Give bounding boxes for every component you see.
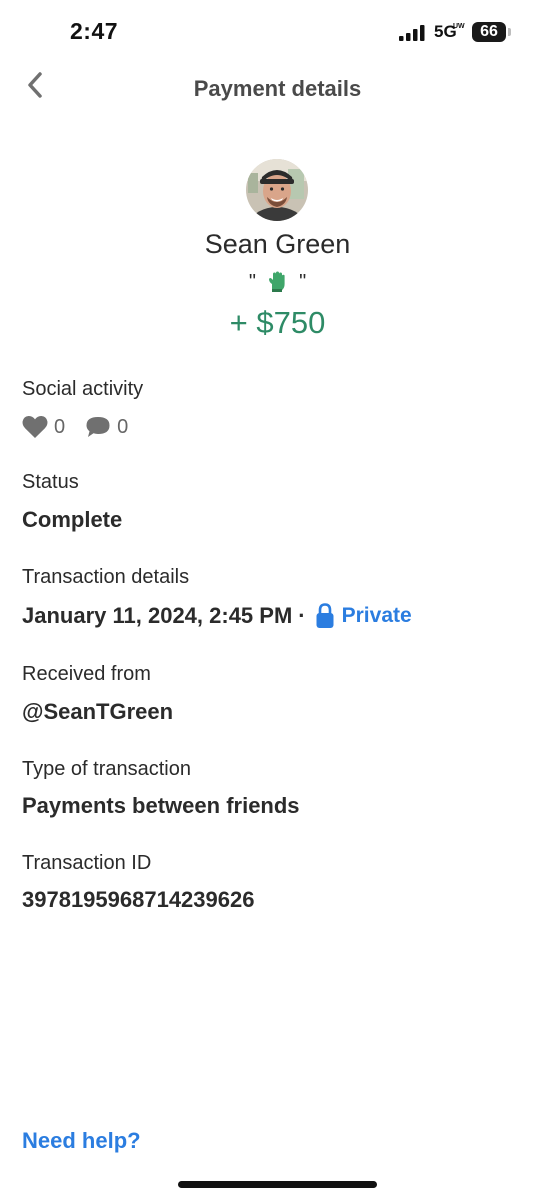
payment-amount: + $750 — [229, 305, 326, 340]
gloves-icon — [268, 271, 285, 292]
status-time: 2:47 — [70, 18, 119, 44]
transaction-type-label: Type of transaction — [22, 758, 191, 780]
privacy-setting[interactable]: Private — [342, 604, 412, 628]
separator-dot: · — [298, 603, 306, 628]
status-bar: 2:47 5G UW 66 — [0, 0, 555, 66]
transaction-id-value: 3978195968714239626 — [22, 887, 255, 912]
home-indicator[interactable] — [178, 1181, 377, 1188]
need-help-link[interactable]: Need help? — [22, 1128, 141, 1154]
transaction-id-label: Transaction ID — [22, 852, 152, 874]
comments-count: 0 — [117, 415, 129, 438]
received-from-value[interactable]: @SeanTGreen — [22, 699, 173, 725]
transaction-datetime: January 11, 2024, 2:45 PM — [22, 603, 293, 628]
user-name: Sean Green — [204, 229, 351, 259]
note-quote-close: " — [299, 270, 307, 293]
comment-icon[interactable] — [85, 415, 111, 439]
battery-indicator: 66 — [472, 22, 506, 42]
social-activity-label: Social activity — [22, 378, 144, 400]
transaction-details-label: Transaction details — [22, 566, 190, 588]
cellular-signal-icon — [399, 25, 425, 41]
battery-tip — [508, 28, 511, 36]
received-from-label: Received from — [22, 663, 151, 685]
avatar-photo — [246, 159, 308, 221]
avatar[interactable] — [246, 159, 308, 221]
status-label: Status — [22, 471, 79, 493]
network-sup-label: UW — [453, 23, 465, 30]
note-quote-open: " — [248, 270, 256, 293]
heart-icon[interactable] — [22, 415, 48, 439]
likes-count: 0 — [54, 415, 66, 438]
lock-icon — [316, 603, 334, 628]
page-title: Payment details — [193, 76, 362, 101]
transaction-details-row: January 11, 2024, 2:45 PM · Private — [22, 601, 412, 631]
transaction-type-value: Payments between friends — [22, 793, 300, 818]
social-activity-row: 0 0 — [22, 414, 148, 440]
status-value: Complete — [22, 507, 123, 532]
payment-note: " " — [0, 270, 555, 298]
